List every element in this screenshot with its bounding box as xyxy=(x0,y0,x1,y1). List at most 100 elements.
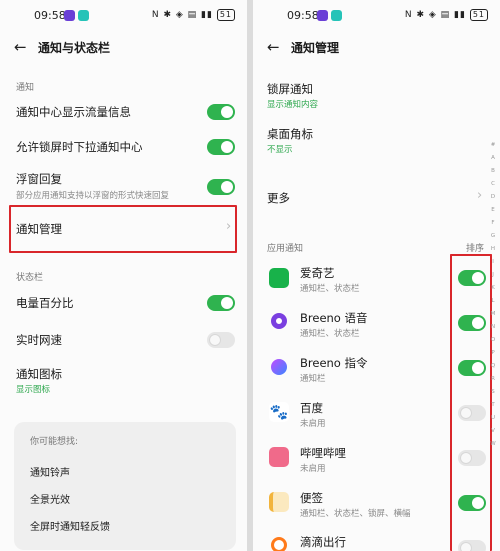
back-arrow-icon[interactable]: ← xyxy=(14,38,32,56)
setting-row-lockscreen-notification[interactable]: 锁屏通知 显示通知内容 xyxy=(253,78,500,114)
system-status-icons: N ✱ ◈ ▤ ▮▮ 51 xyxy=(152,9,235,21)
status-time: 09:58 xyxy=(287,9,319,22)
status-bar: 09:58 N ✱ ◈ ▤ ▮▮ 51 xyxy=(253,0,500,32)
didi-icon xyxy=(271,537,287,551)
alphabet-index-letter[interactable]: # xyxy=(489,142,497,148)
suggestions-heading: 你可能想找: xyxy=(30,437,79,447)
toggle-switch[interactable] xyxy=(207,139,235,155)
app-notification-icon xyxy=(331,10,342,21)
page-title: 通知管理 xyxy=(291,41,340,55)
alphabet-index-letter[interactable]: R xyxy=(489,376,497,382)
app-notification-summary: 通知栏 xyxy=(300,374,326,384)
app-name: 便签 xyxy=(300,491,323,505)
setting-label: 通知中心显示流量信息 xyxy=(16,105,131,119)
setting-label: 允许锁屏时下拉通知中心 xyxy=(16,140,143,154)
app-notification-summary: 通知栏、状态栏 xyxy=(300,329,360,339)
app-name: 滴滴出行 xyxy=(300,535,346,549)
alphabet-index-letter[interactable]: Q xyxy=(489,363,497,369)
section-header-status-bar: 状态栏 xyxy=(16,273,44,283)
setting-row-desktop-badge[interactable]: 桌面角标 不显示 xyxy=(253,123,500,159)
baidu-paw-icon: 🐾 xyxy=(269,402,289,422)
alphabet-index-letter[interactable]: C xyxy=(489,181,497,187)
setting-value: 显示通知内容 xyxy=(267,100,319,110)
app-name: 哔哩哔哩 xyxy=(300,446,346,460)
app-name: 百度 xyxy=(300,401,323,415)
status-bar: 09:58 N ✱ ◈ ▤ ▮▮ 51 xyxy=(0,0,247,32)
battery-icon: 51 xyxy=(469,9,488,21)
setting-label: 电量百分比 xyxy=(16,296,74,310)
alphabet-index-letter[interactable]: B xyxy=(489,168,497,174)
alphabet-index-letter[interactable]: I xyxy=(489,259,497,265)
alphabet-index-letter[interactable]: D xyxy=(489,194,497,200)
page-header: ← 通知与状态栏 xyxy=(0,32,247,66)
alphabet-index-letter[interactable]: A xyxy=(489,155,497,161)
toggle-switch[interactable] xyxy=(207,295,235,311)
setting-label: 桌面角标 xyxy=(267,127,313,141)
page-header: ← 通知管理 xyxy=(253,32,500,66)
notes-icon xyxy=(269,492,289,512)
setting-row-traffic[interactable]: 通知中心显示流量信息 xyxy=(0,96,247,128)
setting-row-battery-percent[interactable]: 电量百分比 xyxy=(0,287,247,319)
alphabet-index-letter[interactable]: S xyxy=(489,389,497,395)
alphabet-index-letter[interactable]: T xyxy=(489,402,497,408)
highlight-box xyxy=(450,254,492,551)
chevron-right-icon: › xyxy=(477,188,483,203)
toggle-switch[interactable] xyxy=(207,332,235,348)
sort-button[interactable]: 排序 xyxy=(466,241,484,254)
app-notification-summary: 通知栏、状态栏 xyxy=(300,284,360,294)
app-name: Breeno 语音 xyxy=(300,311,368,325)
section-header-notify: 通知 xyxy=(16,83,35,93)
setting-row-notification-icons[interactable]: 通知图标 显示图标 xyxy=(0,362,247,398)
suggestions-card: 你可能想找: 通知铃声 全景光效 全屏时通知轻反馈 xyxy=(14,422,236,550)
toggle-switch[interactable] xyxy=(207,179,235,195)
alphabet-index-letter[interactable]: L xyxy=(489,298,497,304)
notification-management-screen: 09:58 N ✱ ◈ ▤ ▮▮ 51 ← 通知管理 锁屏通知 显示通知内容 桌… xyxy=(253,0,500,551)
setting-row-network-speed[interactable]: 实时网速 xyxy=(0,324,247,356)
suggestion-link[interactable]: 全屏时通知轻反馈 xyxy=(30,518,110,533)
section-header-app-notifications: 应用通知 xyxy=(267,244,304,254)
iqiyi-icon xyxy=(269,268,289,288)
breeno-voice-icon xyxy=(271,313,287,329)
setting-row-more[interactable]: 更多 › xyxy=(253,183,500,213)
status-time: 09:58 xyxy=(34,9,66,22)
app-notification-summary: 未启用 xyxy=(300,419,326,429)
alphabet-index-letter[interactable]: J xyxy=(489,272,497,278)
app-notification-summary: 通知栏、状态栏、锁屏、横幅 xyxy=(300,509,411,519)
alphabet-index-letter[interactable]: V xyxy=(489,428,497,434)
alphabet-index-letter[interactable]: O xyxy=(489,337,497,343)
page-title: 通知与状态栏 xyxy=(38,41,111,55)
setting-row-floating-reply[interactable]: 浮窗回复 部分应用通知支持以浮窗的形式快速回复 xyxy=(0,167,247,205)
breeno-command-icon xyxy=(271,359,287,375)
bilibili-icon xyxy=(269,447,289,467)
app-name: 爱奇艺 xyxy=(300,266,335,280)
alphabet-index-letter[interactable]: U xyxy=(489,415,497,421)
battery-icon: 51 xyxy=(216,9,235,21)
alphabet-index-letter[interactable]: P xyxy=(489,350,497,356)
alphabet-index-letter[interactable]: H xyxy=(489,246,497,252)
app-notification-icon xyxy=(78,10,89,21)
alphabet-index-letter[interactable]: W xyxy=(489,441,497,447)
setting-label: 更多 xyxy=(267,191,290,205)
alphabet-index-letter[interactable]: N xyxy=(489,324,497,330)
suggestion-link[interactable]: 通知铃声 xyxy=(30,464,70,479)
app-notification-icon xyxy=(317,10,328,21)
setting-label: 锁屏通知 xyxy=(267,82,313,96)
alphabet-index-letter[interactable]: F xyxy=(489,220,497,226)
highlight-box xyxy=(9,205,237,253)
system-status-icons: N ✱ ◈ ▤ ▮▮ 51 xyxy=(405,9,488,21)
app-name: Breeno 指令 xyxy=(300,356,368,370)
back-arrow-icon[interactable]: ← xyxy=(267,38,285,56)
setting-description: 部分应用通知支持以浮窗的形式快速回复 xyxy=(16,191,170,201)
setting-label: 通知图标 xyxy=(16,367,62,381)
alphabet-index-letter[interactable]: G xyxy=(489,233,497,239)
setting-row-lockscreen-pulldown[interactable]: 允许锁屏时下拉通知中心 xyxy=(0,131,247,163)
alphabet-index-letter[interactable]: K xyxy=(489,285,497,291)
suggestion-link[interactable]: 全景光效 xyxy=(30,491,70,506)
setting-label: 实时网速 xyxy=(16,333,62,347)
setting-value: 不显示 xyxy=(267,145,293,155)
notification-status-bar-screen: 09:58 N ✱ ◈ ▤ ▮▮ 51 ← 通知与状态栏 通知 通知中心显示流量… xyxy=(0,0,247,551)
setting-value: 显示图标 xyxy=(16,385,51,395)
alphabet-index-letter[interactable]: M xyxy=(489,311,497,317)
toggle-switch[interactable] xyxy=(207,104,235,120)
alphabet-index-letter[interactable]: E xyxy=(489,207,497,213)
